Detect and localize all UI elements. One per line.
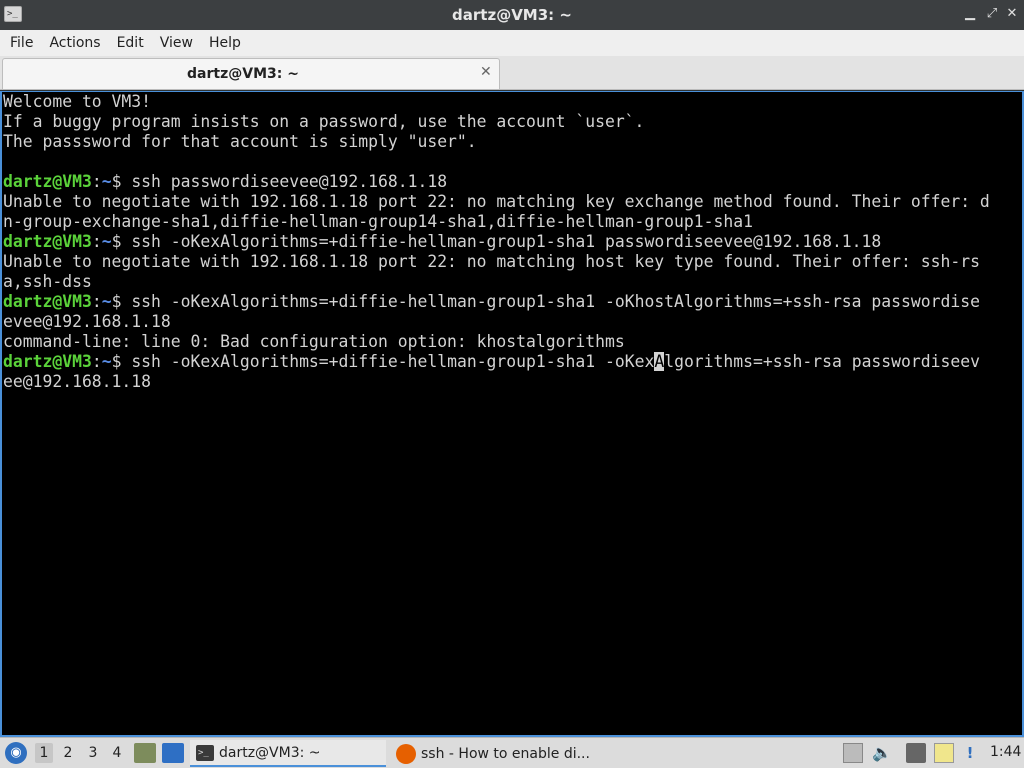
workspace-3[interactable]: 3 (84, 743, 102, 763)
window-title: dartz@VM3: ~ (452, 6, 572, 24)
terminal-output[interactable]: Welcome to VM3! If a buggy program insis… (0, 91, 1024, 737)
task-label: dartz@VM3: ~ (219, 744, 321, 761)
firefox-icon (396, 743, 416, 764)
terminal-line: command-line: line 0: Bad configuration … (3, 332, 625, 351)
terminal-line: Welcome to VM3! (3, 92, 152, 111)
workspace-4[interactable]: 4 (108, 743, 126, 763)
terminal-app-icon: >_ (4, 6, 22, 22)
task-terminal[interactable]: >_ dartz@VM3: ~ (190, 740, 386, 767)
terminal-line: evee@192.168.1.18 (3, 312, 171, 331)
task-label: ssh - How to enable di... (421, 745, 590, 762)
tab-terminal[interactable]: dartz@VM3: ~ ✕ (2, 58, 500, 89)
menu-edit[interactable]: Edit (109, 30, 152, 56)
menu-bar: File Actions Edit View Help (0, 30, 1024, 56)
prompt-user: dartz@VM3 (3, 172, 92, 191)
tab-close-icon[interactable]: ✕ (480, 64, 492, 80)
tab-label: dartz@VM3: ~ (187, 66, 299, 82)
terminal-command-line: dartz@VM3:~$ ssh passwordiseevee@192.168… (3, 172, 448, 191)
menu-file[interactable]: File (2, 30, 41, 56)
terminal-line: The passsword for that account is simply… (3, 132, 477, 151)
text-cursor: A (654, 352, 665, 371)
tab-bar: dartz@VM3: ~ ✕ (0, 56, 1024, 90)
show-desktop-icon[interactable] (162, 743, 184, 763)
close-button[interactable]: ✕ (1005, 6, 1019, 22)
terminal-icon: >_ (196, 744, 214, 761)
network-icon[interactable] (906, 743, 926, 763)
volume-icon[interactable]: 🔈 (872, 743, 892, 763)
workspace-2[interactable]: 2 (59, 743, 77, 763)
terminal-line: ee@192.168.1.18 (3, 372, 152, 391)
menu-view[interactable]: View (152, 30, 201, 56)
task-firefox[interactable]: ssh - How to enable di... (390, 740, 590, 767)
window-titlebar: >_ dartz@VM3: ~ ▁ ⤢ ✕ (0, 0, 1024, 30)
terminal-command-line: dartz@VM3:~$ ssh -oKexAlgorithms=+diffie… (3, 292, 980, 311)
terminal-command-line: dartz@VM3:~$ ssh -oKexAlgorithms=+diffie… (3, 232, 882, 251)
terminal-line: n-group-exchange-sha1,diffie-hellman-gro… (3, 212, 753, 231)
update-icon[interactable]: ! (960, 743, 980, 763)
file-manager-icon[interactable] (134, 743, 156, 763)
menu-help[interactable]: Help (201, 30, 249, 56)
terminal-current-command: dartz@VM3:~$ ssh -oKexAlgorithms=+diffie… (3, 352, 980, 371)
terminal-line: If a buggy program insists on a password… (3, 112, 645, 131)
start-menu-icon[interactable]: ◉ (5, 742, 27, 764)
up-arrow-icon[interactable] (843, 743, 863, 763)
prompt-path: ~ (101, 172, 112, 191)
taskbar: ◉ 1 2 3 4 >_ dartz@VM3: ~ ssh - How to e… (0, 737, 1024, 768)
menu-actions[interactable]: Actions (41, 30, 108, 56)
maximize-button[interactable]: ⤢ (985, 6, 999, 22)
minimize-button[interactable]: ▁ (963, 6, 977, 22)
terminal-line: a,ssh-dss (3, 272, 92, 291)
terminal-line: Unable to negotiate with 192.168.1.18 po… (3, 252, 980, 271)
clock[interactable]: 1:44 (990, 744, 1021, 760)
workspace-1[interactable]: 1 (35, 743, 53, 763)
terminal-line: Unable to negotiate with 192.168.1.18 po… (3, 192, 990, 211)
clipboard-icon[interactable] (934, 743, 954, 763)
